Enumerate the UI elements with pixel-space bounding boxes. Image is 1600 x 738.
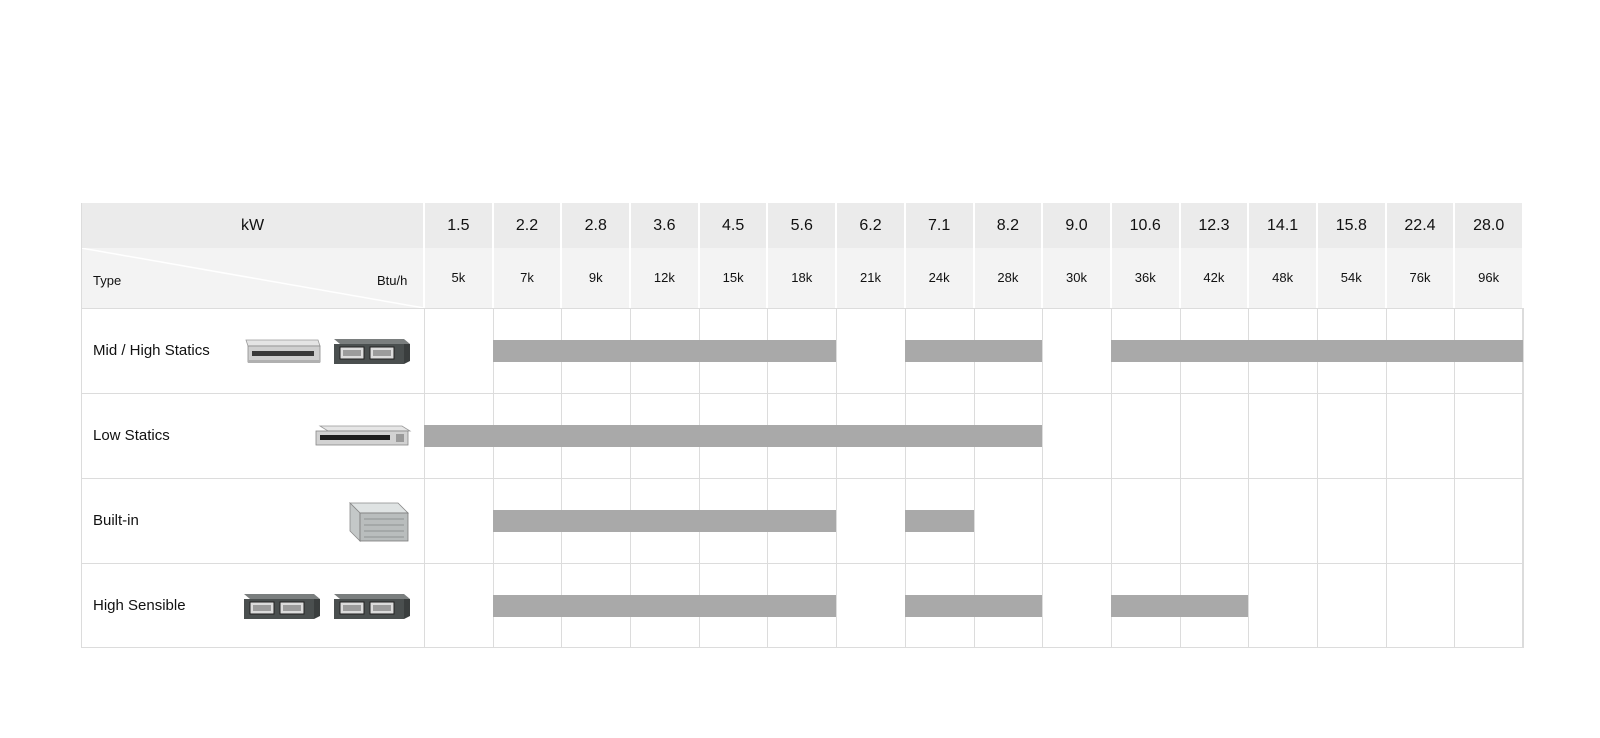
ducted-unit-icon [330,335,412,372]
btuh-tick-label: 9k [588,270,603,285]
btuh-tick-label: 30k [1066,270,1088,285]
low-static-duct-unit-icon [314,423,412,454]
row-divider [81,308,1523,309]
capacity-bar [492,339,837,362]
kw-tick-label: 1.5 [447,217,470,234]
kw-tick-label: 7.1 [928,217,951,234]
kw-tick-label: 2.2 [515,217,539,234]
kw-tick-label: 12.3 [1198,217,1230,234]
kw-tick-label: 14.1 [1267,217,1299,234]
capacity-table: kW Type Btu/h 1.5 2.2 2.8 3.6 4.5 5.6 6.2 7.1 8.… [81,203,1524,648]
ducted-unit-icon [240,590,322,627]
kw-tick-label: 4.5 [721,217,745,234]
btuh-tick-label: 42k [1203,270,1225,285]
btuh-tick-label: 5k [451,270,466,285]
btuh-tick-label: 12k [653,270,675,285]
btuh-label: Btu/h [377,273,408,288]
built-in-duct-unit-icon [342,497,412,550]
slim-duct-unit-icon [242,336,322,371]
capacity-bar [904,509,974,532]
btuh-tick-label: 24k [928,270,950,285]
row-label: Mid / High Statics [93,341,210,359]
btuh-tick-label: 54k [1340,270,1362,285]
row-label: Low Statics [93,426,170,444]
btuh-tick-label: 76k [1409,270,1431,285]
kw-tick-label: 2.8 [584,217,607,234]
type-label: Type [93,273,122,288]
row-label: High Sensible [93,596,186,614]
capacity-bar [1110,339,1523,362]
kw-tick-label: 3.6 [653,217,676,234]
btuh-tick-label: 36k [1134,270,1156,285]
row-label: Built-in [93,511,139,529]
btuh-tick-label: 28k [997,270,1019,285]
kw-tick-label: 15.8 [1335,217,1367,234]
btuh-tick-label: 18k [791,270,813,285]
capacity-bar [424,424,1043,447]
btuh-tick-label: 48k [1272,270,1294,285]
kw-tick-label: 5.6 [790,217,813,234]
table-left-border [81,203,82,648]
kw-tick-label: 6.2 [859,217,882,234]
row-divider [81,393,1523,394]
btuh-tick-label: 15k [722,270,744,285]
btuh-tick-label: 96k [1478,270,1500,285]
column-divider [1523,308,1524,648]
capacity-bar [1110,594,1249,617]
kw-label: kW [240,217,265,234]
btuh-tick-label: 21k [859,270,881,285]
kw-tick-label: 28.0 [1473,217,1505,234]
btuh-tick-label: 7k [520,270,534,285]
kw-tick-label: 9.0 [1065,217,1088,234]
capacity-bar [904,339,1043,362]
row-divider [81,478,1523,479]
kw-tick-label: 22.4 [1404,217,1436,234]
kw-tick-label: 10.6 [1129,217,1161,234]
capacity-bar [904,594,1043,617]
capacity-bar [492,509,837,532]
row-divider [81,647,1523,648]
ducted-unit-icon [330,590,412,627]
kw-tick-label: 8.2 [996,217,1019,234]
row-divider [81,563,1523,564]
capacity-bar [492,594,837,617]
